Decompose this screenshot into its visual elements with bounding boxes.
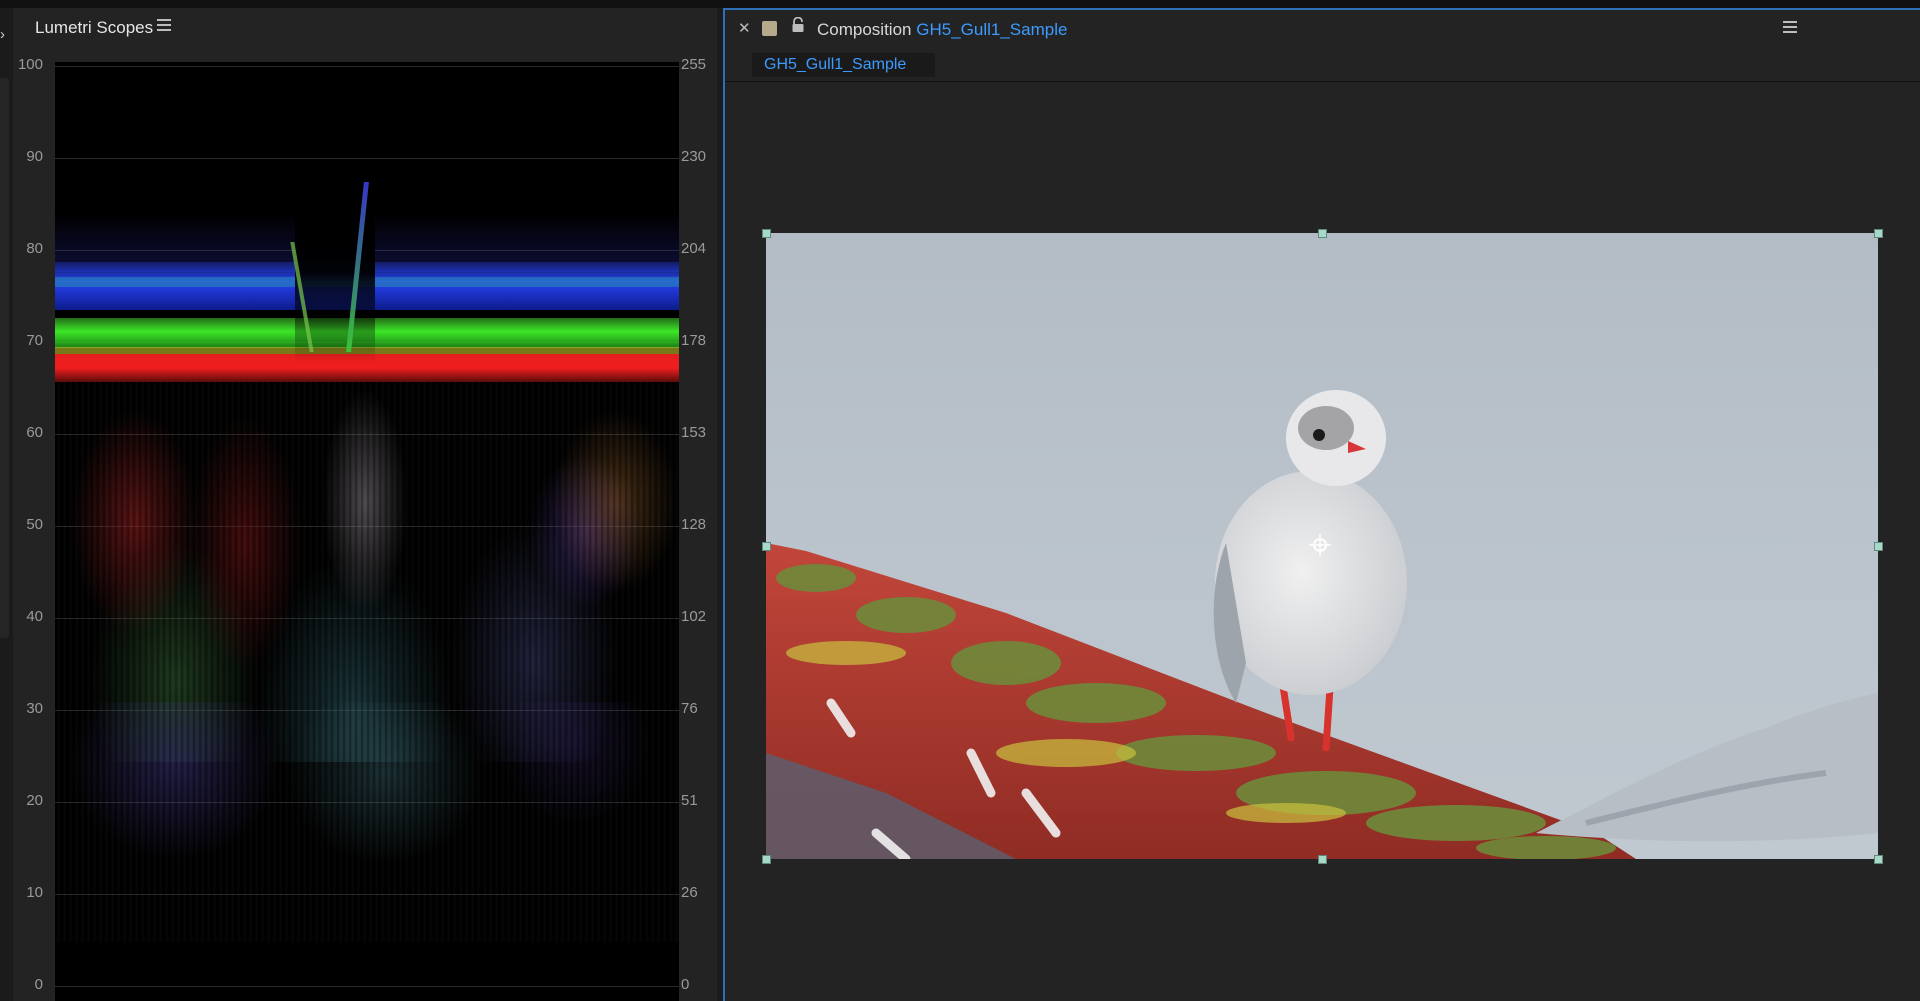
scope-axis-label: 76 [681, 700, 698, 717]
scope-axis-label: 153 [681, 424, 707, 441]
transform-handle[interactable] [1874, 855, 1883, 864]
close-icon[interactable]: ✕ [738, 19, 751, 37]
lock-icon[interactable] [791, 17, 805, 33]
composition-prefix: Composition [817, 20, 912, 39]
scope-axis-label: 30 [26, 700, 43, 717]
scope-axis-label: 128 [681, 516, 707, 533]
scope-axis-label: 80 [26, 240, 43, 257]
scope-axis-label: 50 [26, 516, 43, 533]
scope-display [55, 62, 679, 1001]
transform-handle[interactable] [1318, 855, 1327, 864]
transform-handle[interactable] [1318, 229, 1327, 238]
panel-title[interactable]: Lumetri Scopes [35, 18, 153, 38]
transform-handle[interactable] [762, 542, 771, 551]
composition-tab-bar: GH5_Gull1_Sample [725, 48, 1920, 82]
scope-axis-label: 204 [681, 240, 707, 257]
composition-panel: ✕ Composition GH5_Gull1_Sample GH5_Gull1… [723, 8, 1920, 1001]
transform-handle[interactable] [762, 229, 771, 238]
hamburger-menu-icon[interactable] [157, 19, 171, 32]
scope-axis-label: 90 [26, 148, 43, 165]
scope-axis-label: 40 [26, 608, 43, 625]
tab-composition[interactable]: GH5_Gull1_Sample [752, 53, 935, 77]
scope-axis-label: 20 [26, 792, 43, 809]
top-divider [0, 0, 1920, 8]
scope-axis-label: 0 [681, 976, 690, 993]
label-color-swatch[interactable] [762, 21, 777, 36]
lumetri-scopes-panel: Lumetri Scopes 100 90 80 70 60 50 40 30 … [13, 8, 717, 1001]
chevron-right-icon[interactable]: › [0, 26, 5, 44]
scope-axis-label: 0 [34, 976, 43, 993]
composition-name[interactable]: GH5_Gull1_Sample [916, 20, 1067, 39]
composition-title: Composition GH5_Gull1_Sample [817, 20, 1067, 40]
panel-header: Lumetri Scopes [13, 8, 717, 46]
scope-axis-label: 255 [681, 56, 707, 73]
scope-axis-label: 10 [26, 884, 43, 901]
scope-axis-label: 60 [26, 424, 43, 441]
scope-axis-label: 26 [681, 884, 698, 901]
scope-axis-label: 230 [681, 148, 707, 165]
scope-axis-label: 178 [681, 332, 707, 349]
transform-handle[interactable] [762, 855, 771, 864]
scope-axis-label: 100 [17, 56, 43, 73]
scope-axis-label: 51 [681, 792, 698, 809]
rgb-parade-scope: 100 90 80 70 60 50 40 30 20 10 0 255 230… [13, 54, 717, 1001]
transform-handle[interactable] [1874, 229, 1883, 238]
anchor-point-icon[interactable] [1309, 534, 1331, 556]
hamburger-menu-icon[interactable] [1783, 21, 1797, 34]
transform-handle[interactable] [1874, 542, 1883, 551]
composition-viewer[interactable] [725, 82, 1920, 1001]
scope-axis-label: 70 [26, 332, 43, 349]
scope-axis-label: 102 [681, 608, 707, 625]
composition-header: ✕ Composition GH5_Gull1_Sample [725, 10, 1920, 48]
